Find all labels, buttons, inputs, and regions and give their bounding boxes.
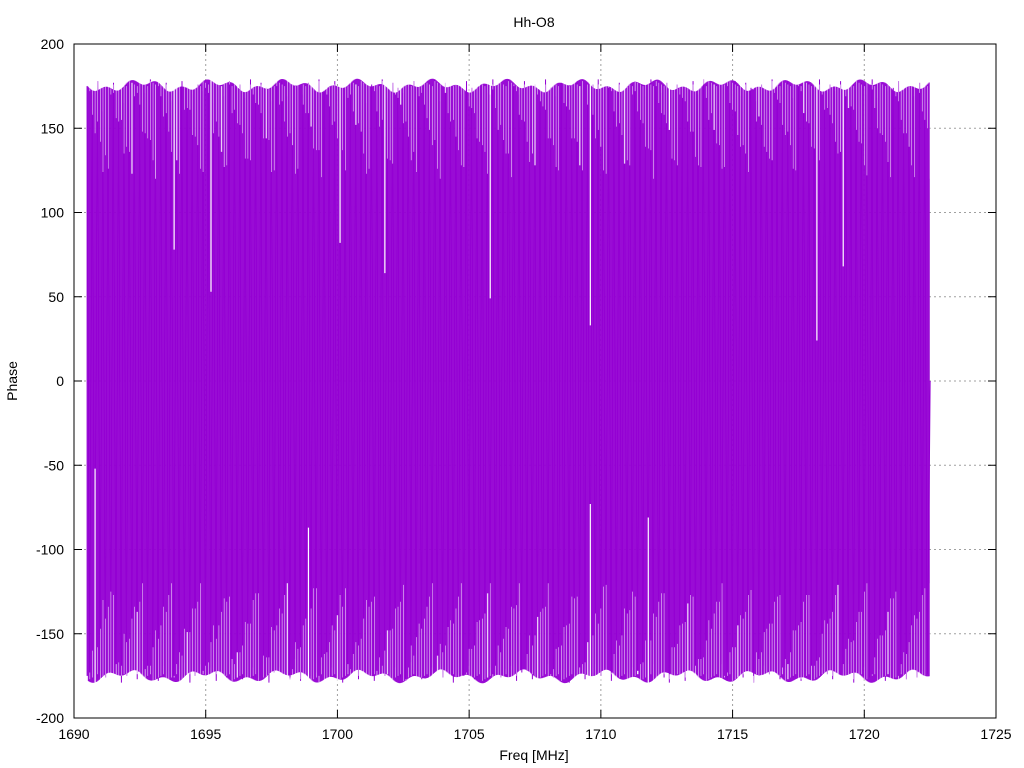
y-tick-label: 50 <box>48 289 64 305</box>
y-tick-label: 0 <box>56 373 64 389</box>
series-layer <box>86 77 931 685</box>
series-group <box>86 77 931 685</box>
x-axis-title: Freq [MHz] <box>499 747 568 763</box>
phase-chart-svg: 1690 1695 1700 1705 1710 1715 1720 1725 -200 -150… <box>0 0 1024 768</box>
y-tick-label: -150 <box>36 626 64 642</box>
y-tick-label: 200 <box>41 36 65 52</box>
chart-root: 1690 1695 1700 1705 1710 1715 1720 1725 -200 -150… <box>0 0 1024 768</box>
x-tick-label: 1715 <box>717 726 748 742</box>
x-tick-label: 1720 <box>849 726 880 742</box>
x-tick-label: 1705 <box>454 726 485 742</box>
y-tick-label: -200 <box>36 710 64 726</box>
y-tick-label: -100 <box>36 542 64 558</box>
x-tick-label: 1725 <box>980 726 1011 742</box>
chart-title: Hh-O8 <box>513 14 554 30</box>
y-axis-title: Phase <box>4 361 20 401</box>
x-tick-label: 1695 <box>190 726 221 742</box>
x-tick-label: 1690 <box>58 726 89 742</box>
x-tick-label: 1710 <box>585 726 616 742</box>
x-tick-label: 1700 <box>322 726 353 742</box>
y-tick-label: 100 <box>41 205 65 221</box>
y-tick-label: 150 <box>41 120 65 136</box>
y-tick-label: -50 <box>44 457 64 473</box>
